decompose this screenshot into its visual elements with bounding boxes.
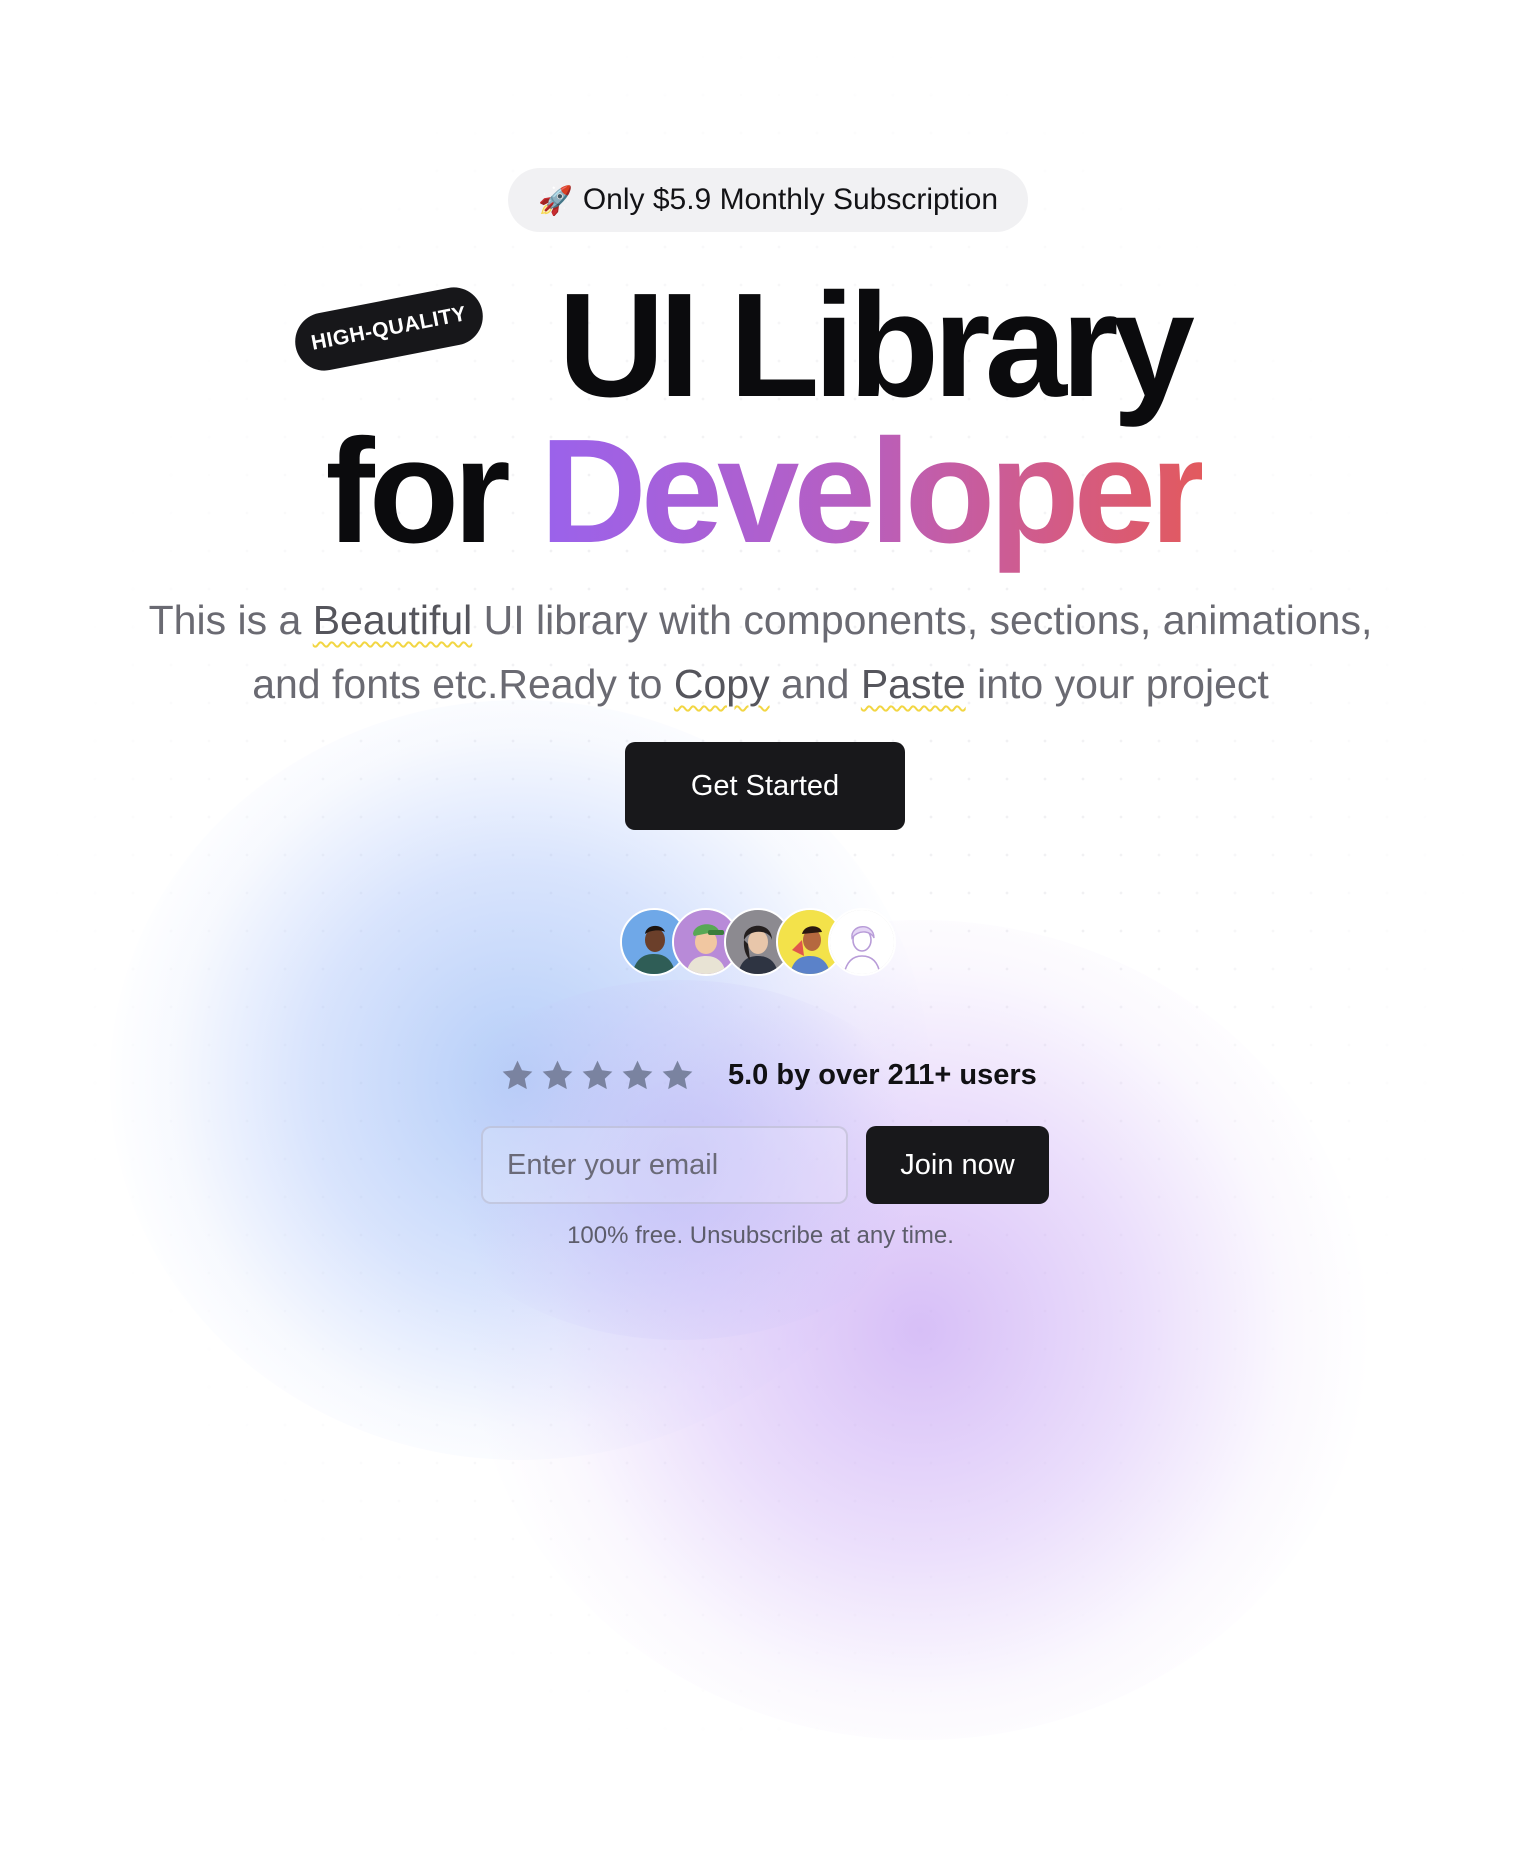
rocket-icon: 🚀 xyxy=(537,184,573,216)
description-text: This is a xyxy=(148,597,302,643)
headline-line-2: for Developer xyxy=(0,418,1521,566)
announcement-pill[interactable]: 🚀 Only $5.9 Monthly Subscription xyxy=(508,168,1028,232)
star-icon xyxy=(660,1058,695,1093)
description-highlight-copy: Copy xyxy=(673,661,770,707)
avatar xyxy=(828,908,896,976)
star-icon xyxy=(580,1058,615,1093)
get-started-button[interactable]: Get Started xyxy=(625,742,905,830)
signup-fineprint: 100% free. Unsubscribe at any time. xyxy=(567,1222,954,1249)
star-icon xyxy=(500,1058,535,1093)
star-rating xyxy=(500,1058,695,1093)
announcement-text: Only $5.9 Monthly Subscription xyxy=(582,183,999,216)
hero-description: This is a Beautiful UI library with comp… xyxy=(100,588,1421,716)
user-avatar-group xyxy=(620,908,896,976)
rating-row: 5.0 by over 211+ users xyxy=(500,1052,1040,1098)
description-text: UI library with components, sections, an… xyxy=(483,597,1373,643)
hero-section: 🚀 Only $5.9 Monthly Subscription UI Libr… xyxy=(0,0,1521,1869)
rating-text: 5.0 by over 211+ users xyxy=(728,1058,1037,1091)
star-icon xyxy=(540,1058,575,1093)
email-input[interactable] xyxy=(481,1126,848,1204)
description-highlight-beautiful: Beautiful xyxy=(312,597,473,643)
headline-line-1: UI Library xyxy=(558,263,1195,428)
description-highlight-paste: Paste xyxy=(860,661,966,707)
headline-highlight: Developer xyxy=(539,409,1208,574)
star-icon xyxy=(620,1058,655,1093)
description-text: into your project xyxy=(977,661,1269,707)
description-text: and fonts etc.Ready to xyxy=(252,661,663,707)
join-now-button[interactable]: Join now xyxy=(866,1126,1049,1204)
description-text: and xyxy=(781,661,850,707)
headline-prefix: for xyxy=(325,409,510,574)
